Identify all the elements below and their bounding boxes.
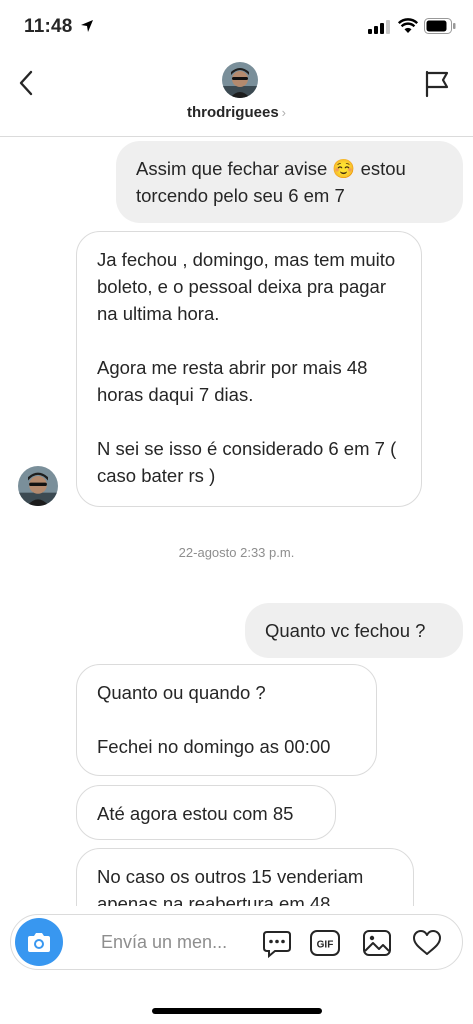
chat-username[interactable]: throdriguees › (0, 104, 473, 121)
message-text: Quanto ou quando ? (97, 682, 266, 703)
chat-bubble-icon[interactable] (261, 927, 293, 959)
username-text: throdriguees (186, 104, 279, 121)
message-composer: GIF (10, 914, 463, 970)
message-incoming[interactable]: Quanto ou quando ? Fechei no domingo as … (76, 664, 377, 776)
message-outgoing[interactable]: Assim que fechar avise ☺️ estou torcendo… (116, 141, 463, 223)
heart-icon[interactable] (411, 927, 443, 959)
avatar[interactable] (222, 62, 258, 98)
gif-icon-label: GIF (317, 940, 334, 951)
message-text: Assim que fechar avise ☺️ estou torcendo… (136, 158, 406, 206)
camera-icon (28, 933, 50, 952)
status-time: 11:48 (24, 16, 73, 37)
image-icon[interactable] (361, 927, 393, 959)
message-text: N sei se isso é considerado 6 em 7 ( cas… (97, 438, 397, 486)
message-incoming[interactable]: No caso os outros 15 venderiam apenas na… (76, 848, 414, 906)
message-text: Agora me resta abrir por mais 48 horas d… (97, 357, 368, 405)
chat-header: throdriguees › (0, 56, 473, 137)
wifi-icon (398, 18, 418, 33)
message-timestamp: 22-agosto 2:33 p.m. (178, 545, 295, 560)
camera-button[interactable] (15, 918, 63, 966)
message-text: Quanto vc fechou ? (265, 620, 426, 641)
chat-thread[interactable]: Assim que fechar avise ☺️ estou torcendo… (0, 136, 473, 906)
home-indicator (152, 1008, 322, 1014)
cellular-signal-icon (368, 20, 390, 34)
message-text: Ja fechou , domingo, mas tem muito bolet… (97, 249, 396, 324)
status-bar: 11:48 (0, 0, 473, 56)
message-input[interactable] (101, 927, 251, 957)
gif-icon[interactable]: GIF (309, 927, 341, 959)
chevron-right-icon: › (281, 105, 287, 120)
chevron-left-icon[interactable] (16, 68, 38, 98)
battery-icon (424, 18, 456, 34)
flag-icon[interactable] (424, 70, 450, 98)
location-arrow-icon (81, 20, 93, 32)
avatar[interactable] (18, 466, 58, 506)
message-outgoing[interactable]: Quanto vc fechou ? (245, 603, 463, 658)
message-incoming[interactable]: Ja fechou , domingo, mas tem muito bolet… (76, 231, 422, 507)
message-incoming[interactable]: Até agora estou com 85 (76, 785, 336, 840)
message-text: No caso os outros 15 venderiam apenas na… (97, 866, 364, 906)
message-text: Fechei no domingo as 00:00 (97, 736, 331, 757)
message-text: Até agora estou com 85 (97, 803, 294, 824)
